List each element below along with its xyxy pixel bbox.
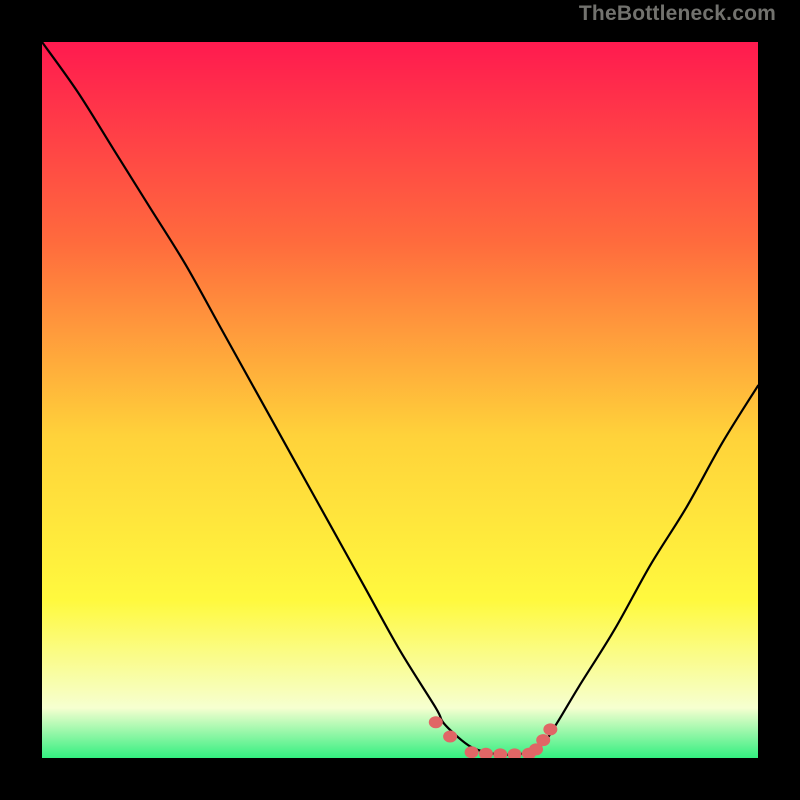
bottleneck-curve (42, 42, 758, 758)
chart-frame (20, 20, 780, 780)
curve-marker (508, 748, 522, 758)
curve-marker (443, 731, 457, 743)
curve-marker (543, 723, 557, 735)
curve-marker (465, 746, 479, 758)
curve-marker (493, 748, 507, 758)
watermark-text: TheBottleneck.com (579, 2, 776, 26)
curve-marker (479, 748, 493, 758)
curve-marker (429, 716, 443, 728)
plot-area (42, 42, 758, 758)
curve-marker (536, 734, 550, 746)
